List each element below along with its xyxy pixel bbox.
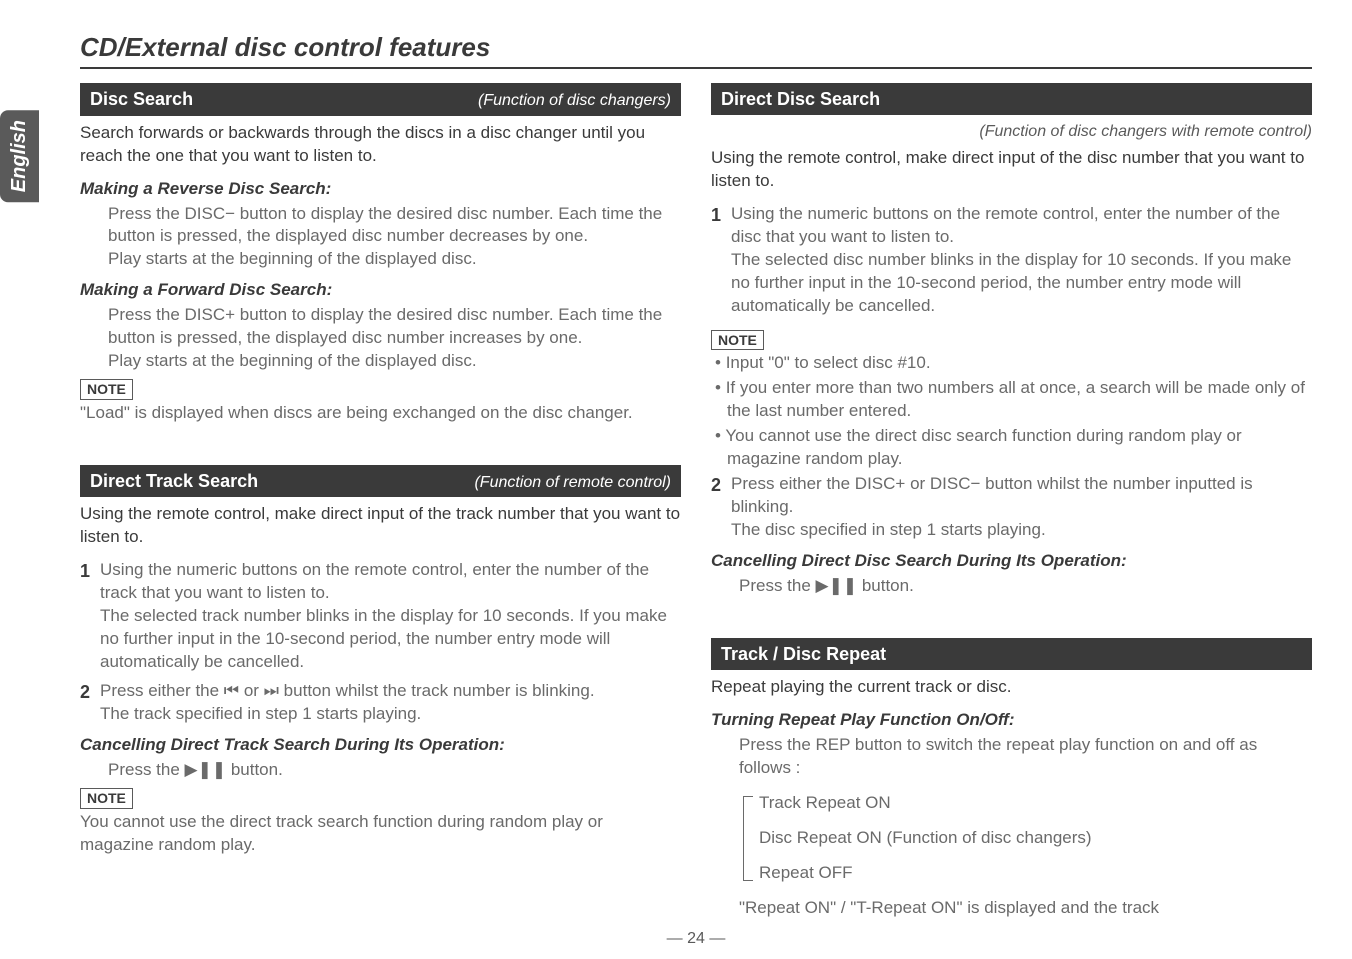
cycle-bracket-icon [743,796,753,881]
forward-search-body: Press the DISC+ button to display the de… [80,304,681,350]
repeat-turn-head: Turning Repeat Play Function On/Off: [711,709,1312,732]
heading-title: Disc Search [90,87,193,111]
note-label: NOTE [711,330,764,351]
step-number: 1 [711,203,721,318]
repeat-option: Disc Repeat ON (Function of disc changer… [759,827,1312,850]
step-number: 2 [711,473,721,542]
note-label: NOTE [80,788,133,809]
page-content: CD/External disc control features Disc S… [0,0,1352,959]
repeat-option: Track Repeat ON [759,792,1312,815]
heading-disc-search: Disc Search (Function of disc changers) [80,83,681,116]
forward-search-body2: Play starts at the beginning of the disp… [80,350,681,373]
direct-track-step1: 1 Using the numeric buttons on the remot… [80,559,681,674]
disc-search-note: "Load" is displayed when discs are being… [80,402,681,425]
direct-disc-notes: Input "0" to select disc #10. If you ent… [711,352,1312,471]
reverse-search-head: Making a Reverse Disc Search: [80,178,681,201]
step-body: Using the numeric buttons on the remote … [731,203,1312,318]
section-title: CD/External disc control features [80,30,1312,69]
cancel-track-body: Press the ▶❚❚ button. [80,759,681,782]
repeat-option: Repeat OFF [759,862,1312,885]
direct-track-step2: 2 Press either the ⏮ or ⏭ button whilst … [80,680,681,726]
step-number: 1 [80,559,90,674]
heading-function-note: (Function of remote control) [474,472,671,494]
disc-search-lead: Search forwards or backwards through the… [80,122,681,168]
heading-track-disc-repeat: Track / Disc Repeat [711,638,1312,670]
step-body: Press either the ⏮ or ⏭ button whilst th… [100,680,595,726]
cancel-disc-body: Press the ▶❚❚ button. [711,575,1312,598]
cancel-track-head: Cancelling Direct Track Search During It… [80,734,681,757]
heading-direct-track-search: Direct Track Search (Function of remote … [80,465,681,498]
heading-function-note: (Function of disc changers) [478,90,671,112]
step-body: Using the numeric buttons on the remote … [100,559,681,674]
step-body: Press either the DISC+ or DISC− button w… [731,473,1312,542]
repeat-cycle-diagram: Track Repeat ON Disc Repeat ON (Function… [739,792,1312,885]
note-label: NOTE [80,379,133,400]
direct-track-lead: Using the remote control, make direct in… [80,503,681,549]
heading-title: Direct Disc Search [721,87,880,111]
left-column: Disc Search (Function of disc changers) … [80,83,681,920]
language-tab: English [0,110,39,202]
repeat-tail-text: "Repeat ON" / "T-Repeat ON" is displayed… [711,897,1312,920]
step-number: 2 [80,680,90,726]
right-column: Direct Disc Search (Function of disc cha… [711,83,1312,920]
cancel-disc-head: Cancelling Direct Disc Search During Its… [711,550,1312,573]
forward-search-head: Making a Forward Disc Search: [80,279,681,302]
note-bullet: If you enter more than two numbers all a… [715,377,1312,423]
direct-disc-lead: Using the remote control, make direct in… [711,147,1312,193]
note-bullet: Input "0" to select disc #10. [715,352,1312,375]
reverse-search-body2: Play starts at the beginning of the disp… [80,248,681,271]
note-bullet: You cannot use the direct disc search fu… [715,425,1312,471]
repeat-lead: Repeat playing the current track or disc… [711,676,1312,699]
reverse-search-body: Press the DISC− button to display the de… [80,203,681,249]
heading-direct-disc-search: Direct Disc Search [711,83,1312,115]
direct-disc-step1: 1 Using the numeric buttons on the remot… [711,203,1312,318]
page-number: — 24 — [80,928,1312,950]
heading-title: Track / Disc Repeat [721,642,886,666]
repeat-turn-body: Press the REP button to switch the repea… [711,734,1312,780]
direct-disc-step2: 2 Press either the DISC+ or DISC− button… [711,473,1312,542]
heading-function-note: (Function of disc changers with remote c… [711,121,1312,143]
heading-title: Direct Track Search [90,469,258,493]
direct-track-note: You cannot use the direct track search f… [80,811,681,857]
